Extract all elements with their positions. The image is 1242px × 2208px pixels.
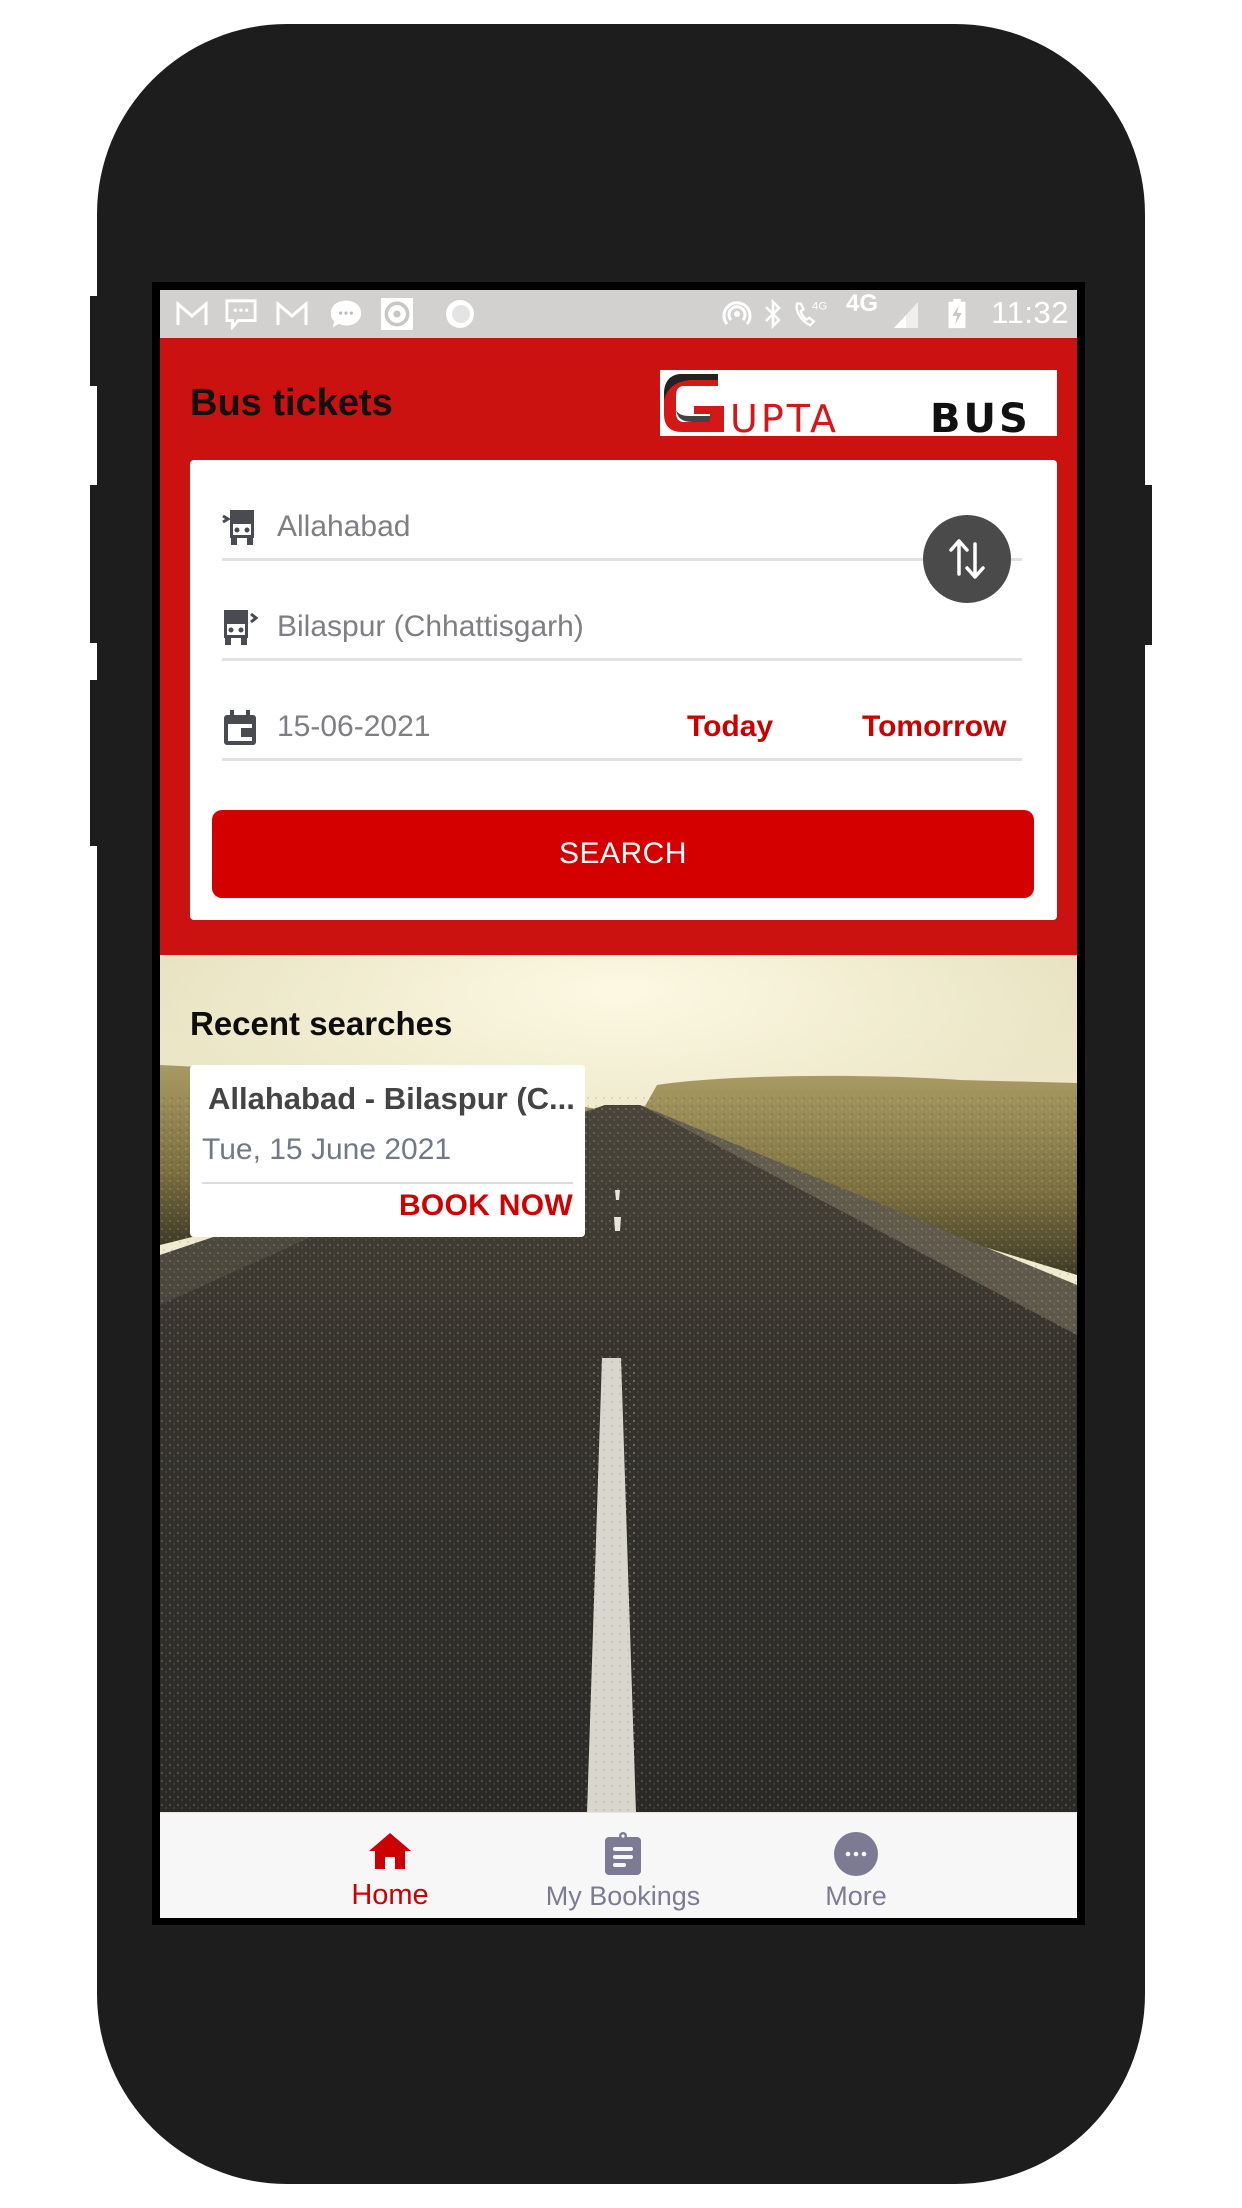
from-field[interactable]: Allahabad [222,460,1022,561]
circle-icon [446,300,474,328]
swap-vertical-icon [949,539,985,579]
nav-home-label: Home [351,1879,429,1911]
record-icon [381,298,413,330]
battery-charging-icon [948,298,966,329]
app-header: Bus tickets UPTA BUS Allahabad Bilaspur … [160,338,1077,955]
status-bar: 4G 4G 11:32 [160,290,1077,338]
book-now-button[interactable]: BOOK NOW [399,1189,573,1223]
nav-more-label: More [825,1881,887,1911]
logo-text-upta: UPTA [730,397,839,436]
home-icon [369,1833,411,1869]
message-icon [225,299,257,330]
date-value: 15-06-2021 [277,710,431,743]
nav-home[interactable]: Home [290,1813,490,1918]
gmail-icon [276,300,308,325]
signal-icon [894,302,918,328]
clipboard-icon [605,1832,641,1875]
bus-arrival-icon [224,610,258,645]
volte-call-icon: 4G [795,300,827,327]
nav-more[interactable]: More [756,1813,956,1918]
today-button[interactable]: Today [687,710,773,744]
power-button [1142,485,1152,645]
app-screen: 4G 4G 11:32 Bus tickets UPTA BUS Allahab… [160,290,1077,1918]
network-4g-label: 4G [846,290,879,317]
bluetooth-icon [765,298,781,330]
calendar-icon [224,710,256,745]
recent-searches-title: Recent searches [190,1005,453,1042]
gupta-bus-logo: UPTA BUS [660,370,1057,436]
phone-side-button [90,296,100,386]
volume-up-button [90,485,100,643]
page-title: Bus tickets [190,382,393,424]
tomorrow-button[interactable]: Tomorrow [862,710,1006,744]
recent-search-route: Allahabad - Bilaspur (C... [208,1081,575,1116]
search-card: Allahabad Bilaspur (Chhattisgarh) 15-06-… [190,460,1057,920]
nav-my-bookings-label: My Bookings [545,1881,701,1911]
divider [202,1182,573,1184]
bottom-navigation: Home My Bookings More [160,1812,1077,1918]
search-button[interactable]: SEARCH [212,810,1034,898]
more-icon [834,1832,878,1876]
status-time: 11:32 [991,295,1069,330]
logo-text-bus: BUS [930,396,1031,436]
to-value: Bilaspur (Chhattisgarh) [277,610,584,643]
volte-label: 4G [812,300,827,312]
recent-search-card[interactable]: Allahabad - Bilaspur (C... Tue, 15 June … [190,1065,585,1237]
gmail-icon [176,300,208,325]
hotspot-icon [722,301,752,325]
bus-departure-icon [222,510,254,545]
volume-down-button [90,680,100,846]
chat-bubble-icon [330,300,362,328]
from-value: Allahabad [277,510,411,543]
swap-button[interactable] [923,515,1011,603]
recent-search-date: Tue, 15 June 2021 [202,1133,452,1166]
background-road-image: Recent searches Allahabad - Bilaspur (C.… [160,955,1077,1813]
nav-my-bookings[interactable]: My Bookings [523,1813,723,1918]
to-field[interactable]: Bilaspur (Chhattisgarh) [222,560,1022,661]
date-field[interactable]: 15-06-2021 Today Tomorrow [222,660,1022,761]
